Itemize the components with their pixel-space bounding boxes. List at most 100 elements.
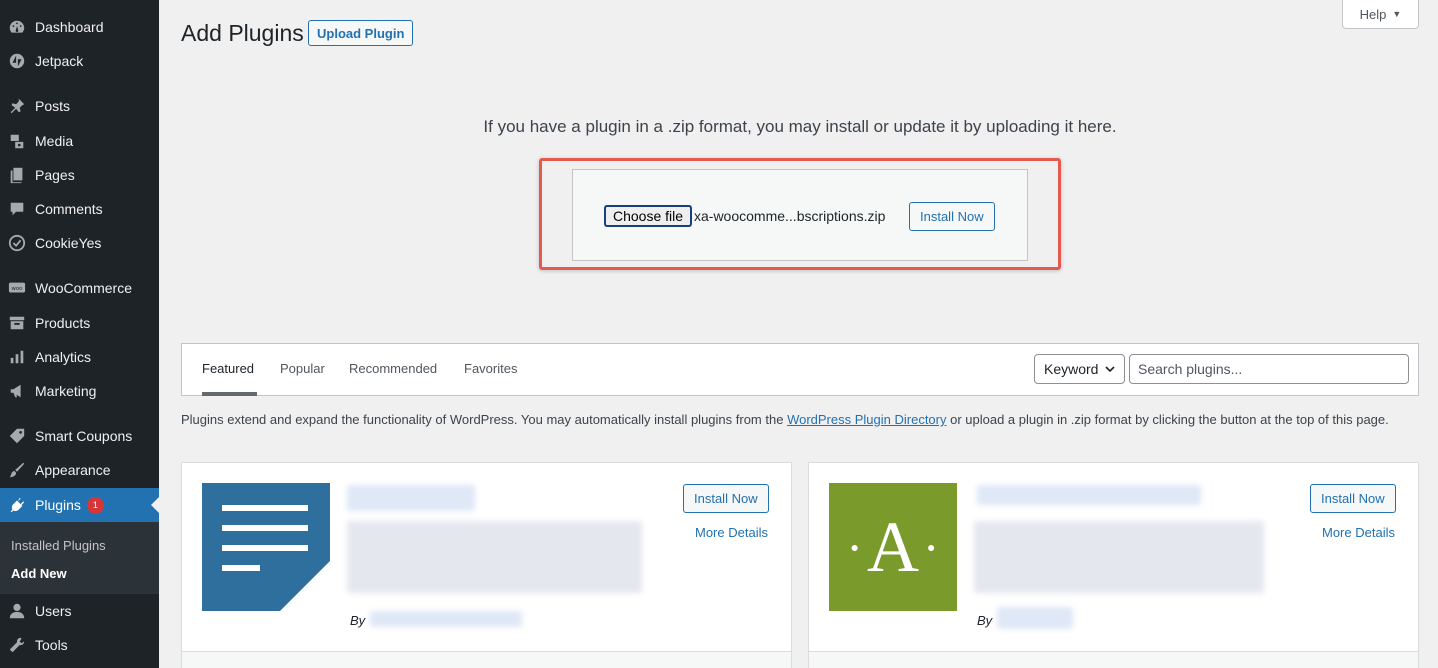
more-details-link[interactable]: More Details — [695, 525, 768, 540]
sidebar-item-label: Dashboard — [35, 19, 104, 35]
plugin-card-footer — [182, 651, 791, 668]
sidebar-item-comments[interactable]: Comments — [0, 192, 159, 226]
dot-icon: ● — [927, 539, 936, 555]
sidebar-item-label: Users — [35, 603, 72, 619]
sidebar-item-pages[interactable]: Pages — [0, 158, 159, 192]
cookie-icon — [7, 233, 27, 253]
plugin-card: Install Now More Details By — [181, 462, 792, 668]
sidebar-item-appearance[interactable]: Appearance — [0, 453, 159, 487]
help-button[interactable]: Help ▼ — [1342, 0, 1419, 29]
intro-text-end: or upload a plugin in .zip format by cli… — [946, 412, 1389, 427]
install-now-button[interactable]: Install Now — [683, 484, 769, 513]
author-label: By — [977, 613, 993, 628]
author-name-redacted — [997, 607, 1073, 629]
document-lines-icon — [222, 505, 330, 611]
sidebar-item-label: Pages — [35, 167, 75, 183]
sidebar-item-label: Products — [35, 315, 91, 331]
woo-icon: woo — [7, 278, 27, 298]
pages-icon — [7, 165, 27, 185]
plugin-card: ● A ● Install Now More Details By — [808, 462, 1419, 668]
sidebar-item-label: Comments — [35, 201, 103, 217]
update-count-badge: 1 — [86, 496, 104, 514]
sidebar-item-label: CookieYes — [35, 235, 102, 251]
sidebar-item-label: Plugins — [35, 497, 81, 513]
plugin-icon — [7, 495, 27, 515]
plugin-title-redacted — [347, 485, 475, 511]
sidebar-item-label: Media — [35, 133, 74, 149]
plugin-description-redacted — [347, 521, 642, 593]
sidebar-item-plugins[interactable]: Plugins 1 — [0, 488, 159, 522]
help-label: Help — [1359, 6, 1387, 22]
plugin-letter: A — [867, 507, 919, 587]
page-title: Add Plugins — [181, 20, 304, 46]
sidebar-item-analytics[interactable]: Analytics — [0, 340, 159, 374]
sidebar-item-label: Smart Coupons — [35, 428, 133, 444]
sidebar-item-products[interactable]: Products — [0, 306, 159, 340]
sidebar-item-jetpack[interactable]: Jetpack — [0, 44, 159, 78]
plugin-icon-letter[interactable]: ● A ● — [829, 483, 957, 611]
upload-plugin-button[interactable]: Upload Plugin — [308, 20, 414, 46]
selected-file-name: xa-woocomme...bscriptions.zip — [694, 208, 886, 224]
tab-popular[interactable]: Popular — [280, 361, 325, 376]
upload-instructions: If you have a plugin in a .zip format, y… — [483, 117, 1117, 136]
svg-text:woo: woo — [12, 286, 23, 292]
author-label: By — [350, 613, 366, 628]
submenu-add-new[interactable]: Add New — [11, 566, 67, 581]
sidebar-item-users[interactable]: Users — [0, 594, 159, 628]
install-now-button[interactable]: Install Now — [1310, 484, 1396, 513]
sidebar-item-posts[interactable]: Posts — [0, 89, 159, 123]
sidebar-item-label: Posts — [35, 98, 71, 114]
comment-icon — [7, 199, 27, 219]
sidebar-item-label: Analytics — [35, 349, 92, 365]
plugin-directory-link[interactable]: WordPress Plugin Directory — [787, 412, 946, 427]
choose-file-button[interactable]: Choose file — [604, 205, 693, 227]
intro-text-start: Plugins extend and expand the functional… — [181, 412, 788, 427]
active-tab-indicator — [202, 392, 257, 396]
sidebar-item-marketing[interactable]: Marketing — [0, 374, 159, 408]
tab-recommended[interactable]: Recommended — [349, 361, 437, 376]
plugin-description-redacted — [974, 521, 1264, 593]
install-now-button[interactable]: Install Now — [909, 202, 995, 231]
jetpack-icon — [7, 51, 27, 71]
caret-down-icon: ▼ — [1392, 9, 1402, 19]
admin-sidebar: Dashboard Jetpack Posts Media Pages Comm… — [0, 0, 159, 668]
brush-icon — [7, 460, 27, 480]
more-details-link[interactable]: More Details — [1322, 525, 1395, 540]
search-type-value: Keyword — [1044, 361, 1099, 377]
sidebar-item-media[interactable]: Media — [0, 124, 159, 158]
wrench-icon — [7, 635, 27, 655]
bar-chart-icon — [7, 347, 27, 367]
sidebar-item-label: WooCommerce — [35, 280, 132, 296]
sidebar-item-label: Marketing — [35, 383, 97, 399]
tag-icon — [7, 426, 27, 446]
tab-favorites[interactable]: Favorites — [464, 361, 517, 376]
sidebar-item-label: Jetpack — [35, 53, 84, 69]
sidebar-item-dashboard[interactable]: Dashboard — [0, 10, 159, 44]
plugins-intro-text: Plugins extend and expand the functional… — [181, 410, 1421, 430]
sidebar-item-label: Tools — [35, 637, 68, 653]
pin-icon — [7, 96, 27, 116]
plugin-card-footer — [809, 651, 1418, 668]
chevron-down-icon — [1105, 366, 1115, 373]
plugin-icon-document[interactable] — [202, 483, 330, 611]
sidebar-item-tools[interactable]: Tools — [0, 628, 159, 662]
megaphone-icon — [7, 381, 27, 401]
upload-plugin-form: Choose file xa-woocomme...bscriptions.zi… — [572, 169, 1028, 261]
sidebar-item-label: Appearance — [35, 462, 111, 478]
media-icon — [7, 131, 27, 151]
sidebar-item-woocommerce[interactable]: woo WooCommerce — [0, 271, 159, 305]
archive-icon — [7, 313, 27, 333]
search-type-select[interactable]: Keyword — [1034, 354, 1125, 384]
dashboard-icon — [7, 17, 27, 37]
plugin-filter-bar: Featured Popular Recommended Favorites K… — [181, 343, 1419, 396]
plugins-submenu: Installed Plugins Add New — [0, 522, 159, 594]
dot-icon: ● — [850, 539, 859, 555]
sidebar-item-cookieyes[interactable]: CookieYes — [0, 226, 159, 260]
user-icon — [7, 601, 27, 621]
submenu-installed-plugins[interactable]: Installed Plugins — [11, 538, 106, 553]
plugin-title-redacted — [977, 485, 1201, 505]
sidebar-item-smart-coupons[interactable]: Smart Coupons — [0, 419, 159, 453]
tab-featured[interactable]: Featured — [202, 361, 254, 376]
search-plugins-input[interactable] — [1129, 354, 1409, 384]
author-name-redacted — [370, 611, 522, 627]
